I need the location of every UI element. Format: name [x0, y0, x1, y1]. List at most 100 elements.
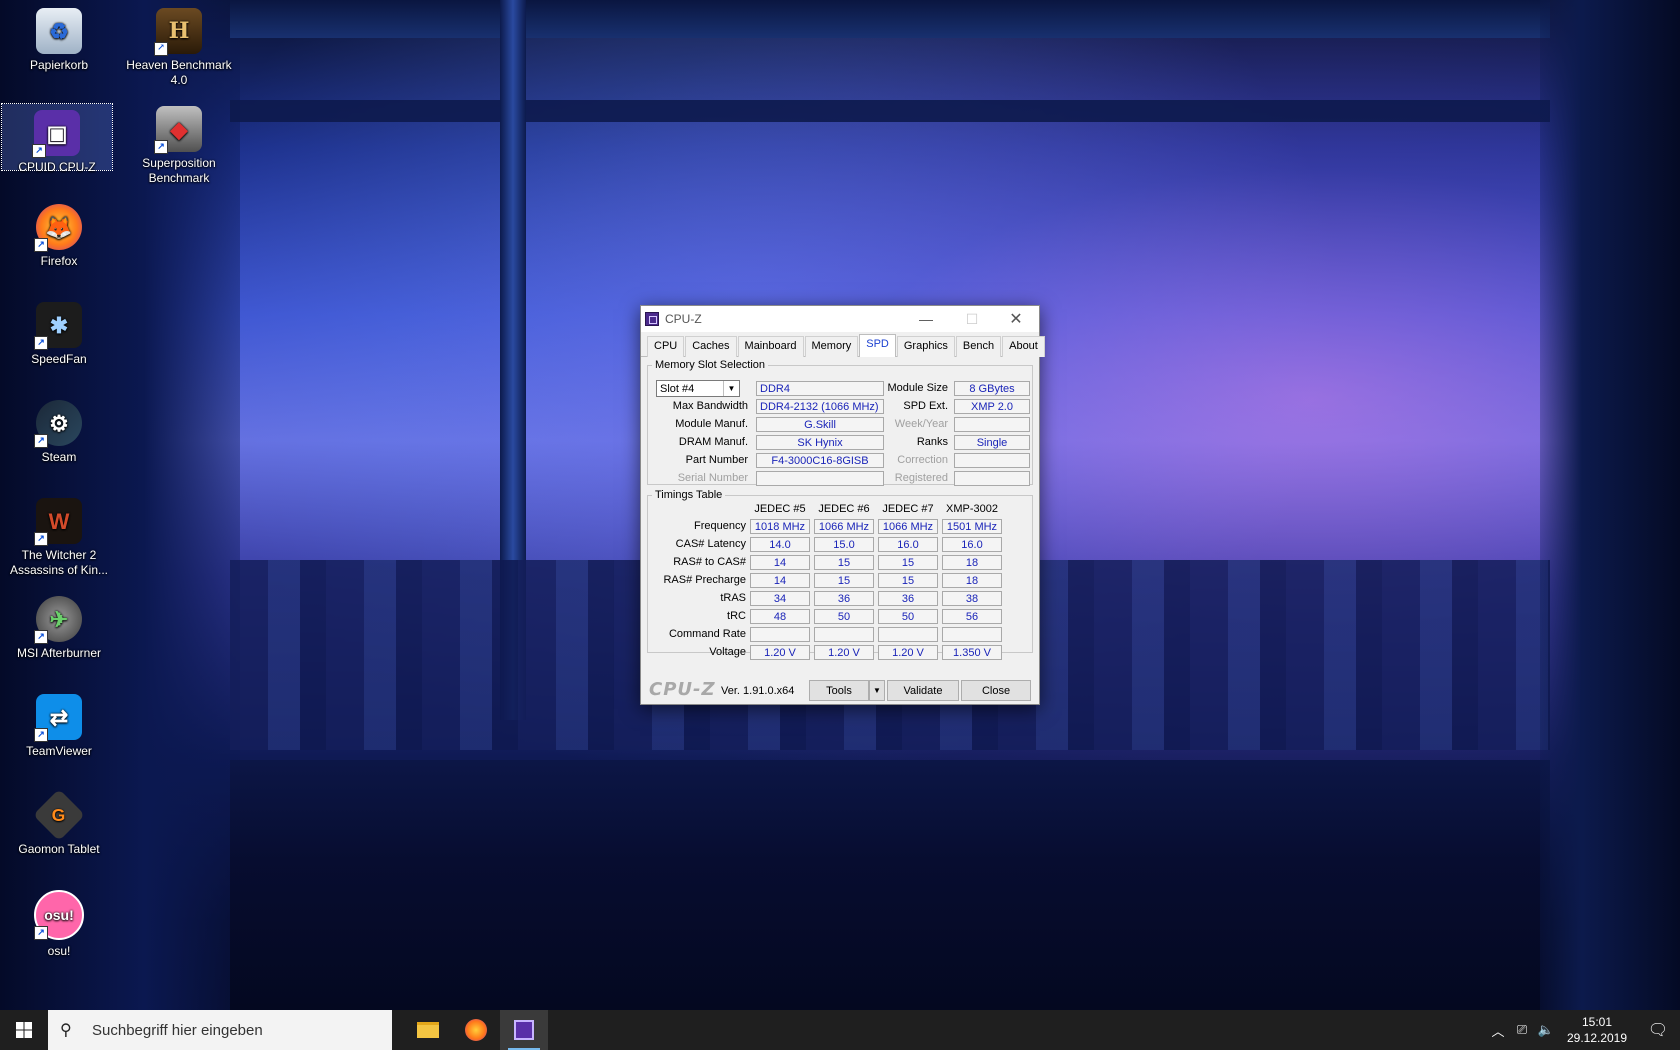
recycle-bin-icon: ♻	[36, 8, 82, 54]
timing-row-label: Frequency	[694, 520, 746, 532]
volume-icon[interactable]: 🔈	[1534, 1022, 1558, 1038]
tab-graphics[interactable]: Graphics	[896, 336, 955, 357]
tools-button[interactable]: Tools	[809, 680, 869, 701]
gaomon-icon: G	[32, 788, 86, 842]
timing-cell: 18	[942, 555, 1002, 570]
cpuz-icon[interactable]	[500, 1010, 548, 1050]
registered-label: Registered	[894, 472, 948, 484]
notification-icon[interactable]: 🗨	[1636, 1020, 1680, 1040]
desktop-icon-gaomon[interactable]: G Gaomon Tablet	[4, 786, 114, 857]
desktop-icon-teamviewer[interactable]: ⇄ ↗ TeamViewer	[4, 688, 114, 759]
tab-mainboard[interactable]: Mainboard	[737, 336, 804, 357]
timing-cell: 1066 MHz	[814, 519, 874, 534]
steam-icon: ⚙ ↗	[34, 400, 82, 448]
tab-spd[interactable]: SPD	[859, 334, 896, 357]
firefox-icon[interactable]	[452, 1010, 500, 1050]
wallpaper-window-mullion	[500, 0, 526, 720]
module-manuf-label: Module Manuf.	[675, 418, 748, 430]
desktop-icon-speedfan[interactable]: ✱ ↗ SpeedFan	[4, 296, 114, 367]
wallpaper-window-beam	[230, 100, 1550, 122]
cpuz-titlebar[interactable]: CPU-Z — ☐ ✕	[641, 306, 1039, 332]
ranks-label: Ranks	[916, 436, 948, 448]
timing-cell	[750, 627, 810, 642]
timing-cell: 36	[878, 591, 938, 606]
desktop-icon-recycle-bin[interactable]: ♻ Papierkorb	[4, 2, 114, 73]
cpuz-app-icon	[645, 312, 659, 326]
module-manuf-value: G.Skill	[756, 417, 884, 432]
slot-select[interactable]: Slot #4 ▼	[656, 380, 740, 397]
chevron-down-icon: ▼	[723, 381, 739, 396]
cpuz-footer: CPU-Z Ver. 1.91.0.x64 Tools ▼ Validate C…	[641, 676, 1039, 704]
wallpaper-window-beam	[230, 0, 1550, 38]
part-number-label: Part Number	[685, 454, 748, 466]
start-button[interactable]	[0, 1010, 48, 1050]
correction-value	[954, 453, 1030, 468]
cpuz-icon: ▣ ↗	[32, 110, 80, 158]
tab-cpu[interactable]: CPU	[647, 336, 685, 357]
tools-dropdown-chevron-down-icon[interactable]: ▼	[869, 680, 885, 701]
timing-cell: 14.0	[750, 537, 810, 552]
timing-cell: 14	[750, 573, 810, 588]
desktop-icon-firefox[interactable]: 🦊 ↗ Firefox	[4, 198, 114, 269]
desktop-icon-label: SpeedFan	[31, 352, 87, 366]
timing-cell: 56	[942, 609, 1002, 624]
desktop-icon-cpuz[interactable]: ▣ ↗ CPUID CPU-Z	[1, 103, 113, 174]
timing-row-label: RAS# Precharge	[663, 574, 746, 586]
timing-cell: 1018 MHz	[750, 519, 810, 534]
desktop-icon-label: Superposition Benchmark	[142, 156, 216, 185]
timing-column-header: JEDEC #7	[882, 503, 934, 515]
wallpaper-bookshelf	[1540, 0, 1680, 1010]
clock[interactable]: 15:01 29.12.2019	[1558, 1014, 1636, 1046]
desktop-icon-label: The Witcher 2 Assassins of Kin...	[9, 548, 109, 577]
cpuz-brand-logo: CPU-Z	[649, 679, 716, 700]
speedfan-icon: ✱ ↗	[34, 302, 82, 350]
dram-manuf-value: SK Hynix	[756, 435, 884, 450]
timing-cell	[878, 627, 938, 642]
tab-about[interactable]: About	[1002, 336, 1045, 357]
wallpaper-desk	[230, 760, 1550, 1010]
desktop-icon-osu[interactable]: osu! ↗ osu!	[4, 884, 114, 959]
timing-row-label: CAS# Latency	[675, 538, 746, 550]
teamviewer-icon: ⇄ ↗	[34, 694, 82, 742]
search-input[interactable]: ⚲ Suchbegriff hier eingeben	[48, 1010, 392, 1050]
desktop-icon-label: Heaven Benchmark 4.0	[126, 58, 232, 87]
desktop-icon-label: TeamViewer	[26, 744, 92, 758]
serial-number-label: Serial Number	[677, 472, 748, 484]
desktop-icon-label: osu!	[47, 944, 71, 958]
desktop-icon-steam[interactable]: ⚙ ↗ Steam	[4, 394, 114, 465]
network-icon[interactable]: ⎚	[1510, 1022, 1534, 1038]
close-button[interactable]: Close	[961, 680, 1031, 701]
file-explorer-icon[interactable]	[404, 1010, 452, 1050]
desktop-icon-superposition[interactable]: ◆ ↗ Superposition Benchmark	[124, 100, 234, 186]
witcher-icon: W ↗	[34, 498, 82, 546]
superposition-icon: ◆ ↗	[154, 106, 202, 154]
max-bandwidth-label: Max Bandwidth	[672, 400, 748, 412]
tab-bench[interactable]: Bench	[955, 336, 1002, 357]
version-text: Ver. 1.91.0.x64	[721, 685, 795, 697]
desktop-icon-label: Steam	[41, 450, 77, 464]
tab-caches[interactable]: Caches	[685, 336, 737, 357]
ranks-value: Single	[954, 435, 1030, 450]
cpuz-window: CPU-Z — ☐ ✕ CPU Caches Mainboard Memory …	[640, 305, 1045, 705]
tab-memory[interactable]: Memory	[804, 336, 859, 357]
serial-number-value	[756, 471, 884, 486]
timing-row-label: Voltage	[709, 646, 746, 658]
module-size-label: Module Size	[887, 382, 948, 394]
chevron-up-icon[interactable]: ︿	[1486, 1021, 1510, 1040]
desktop-icon-msi-afterburner[interactable]: ✈ ↗ MSI Afterburner	[4, 590, 114, 661]
minimize-icon[interactable]: —	[903, 306, 949, 332]
timing-cell: 18	[942, 573, 1002, 588]
validate-button[interactable]: Validate	[887, 680, 959, 701]
timing-cell: 50	[814, 609, 874, 624]
desktop-icon-witcher[interactable]: W ↗ The Witcher 2 Assassins of Kin...	[4, 492, 114, 578]
desktop-icon-heaven-benchmark[interactable]: H ↗ Heaven Benchmark 4.0	[124, 2, 234, 88]
spd-ext-value: XMP 2.0	[954, 399, 1030, 414]
timing-cell: 34	[750, 591, 810, 606]
windows-logo-icon	[16, 1022, 32, 1038]
maximize-icon[interactable]: ☐	[949, 306, 995, 332]
search-placeholder: Suchbegriff hier eingeben	[92, 1021, 263, 1039]
timing-cell: 15	[878, 573, 938, 588]
timing-column-header: XMP-3002	[946, 503, 998, 515]
timing-cell	[814, 627, 874, 642]
close-icon[interactable]: ✕	[993, 306, 1039, 332]
